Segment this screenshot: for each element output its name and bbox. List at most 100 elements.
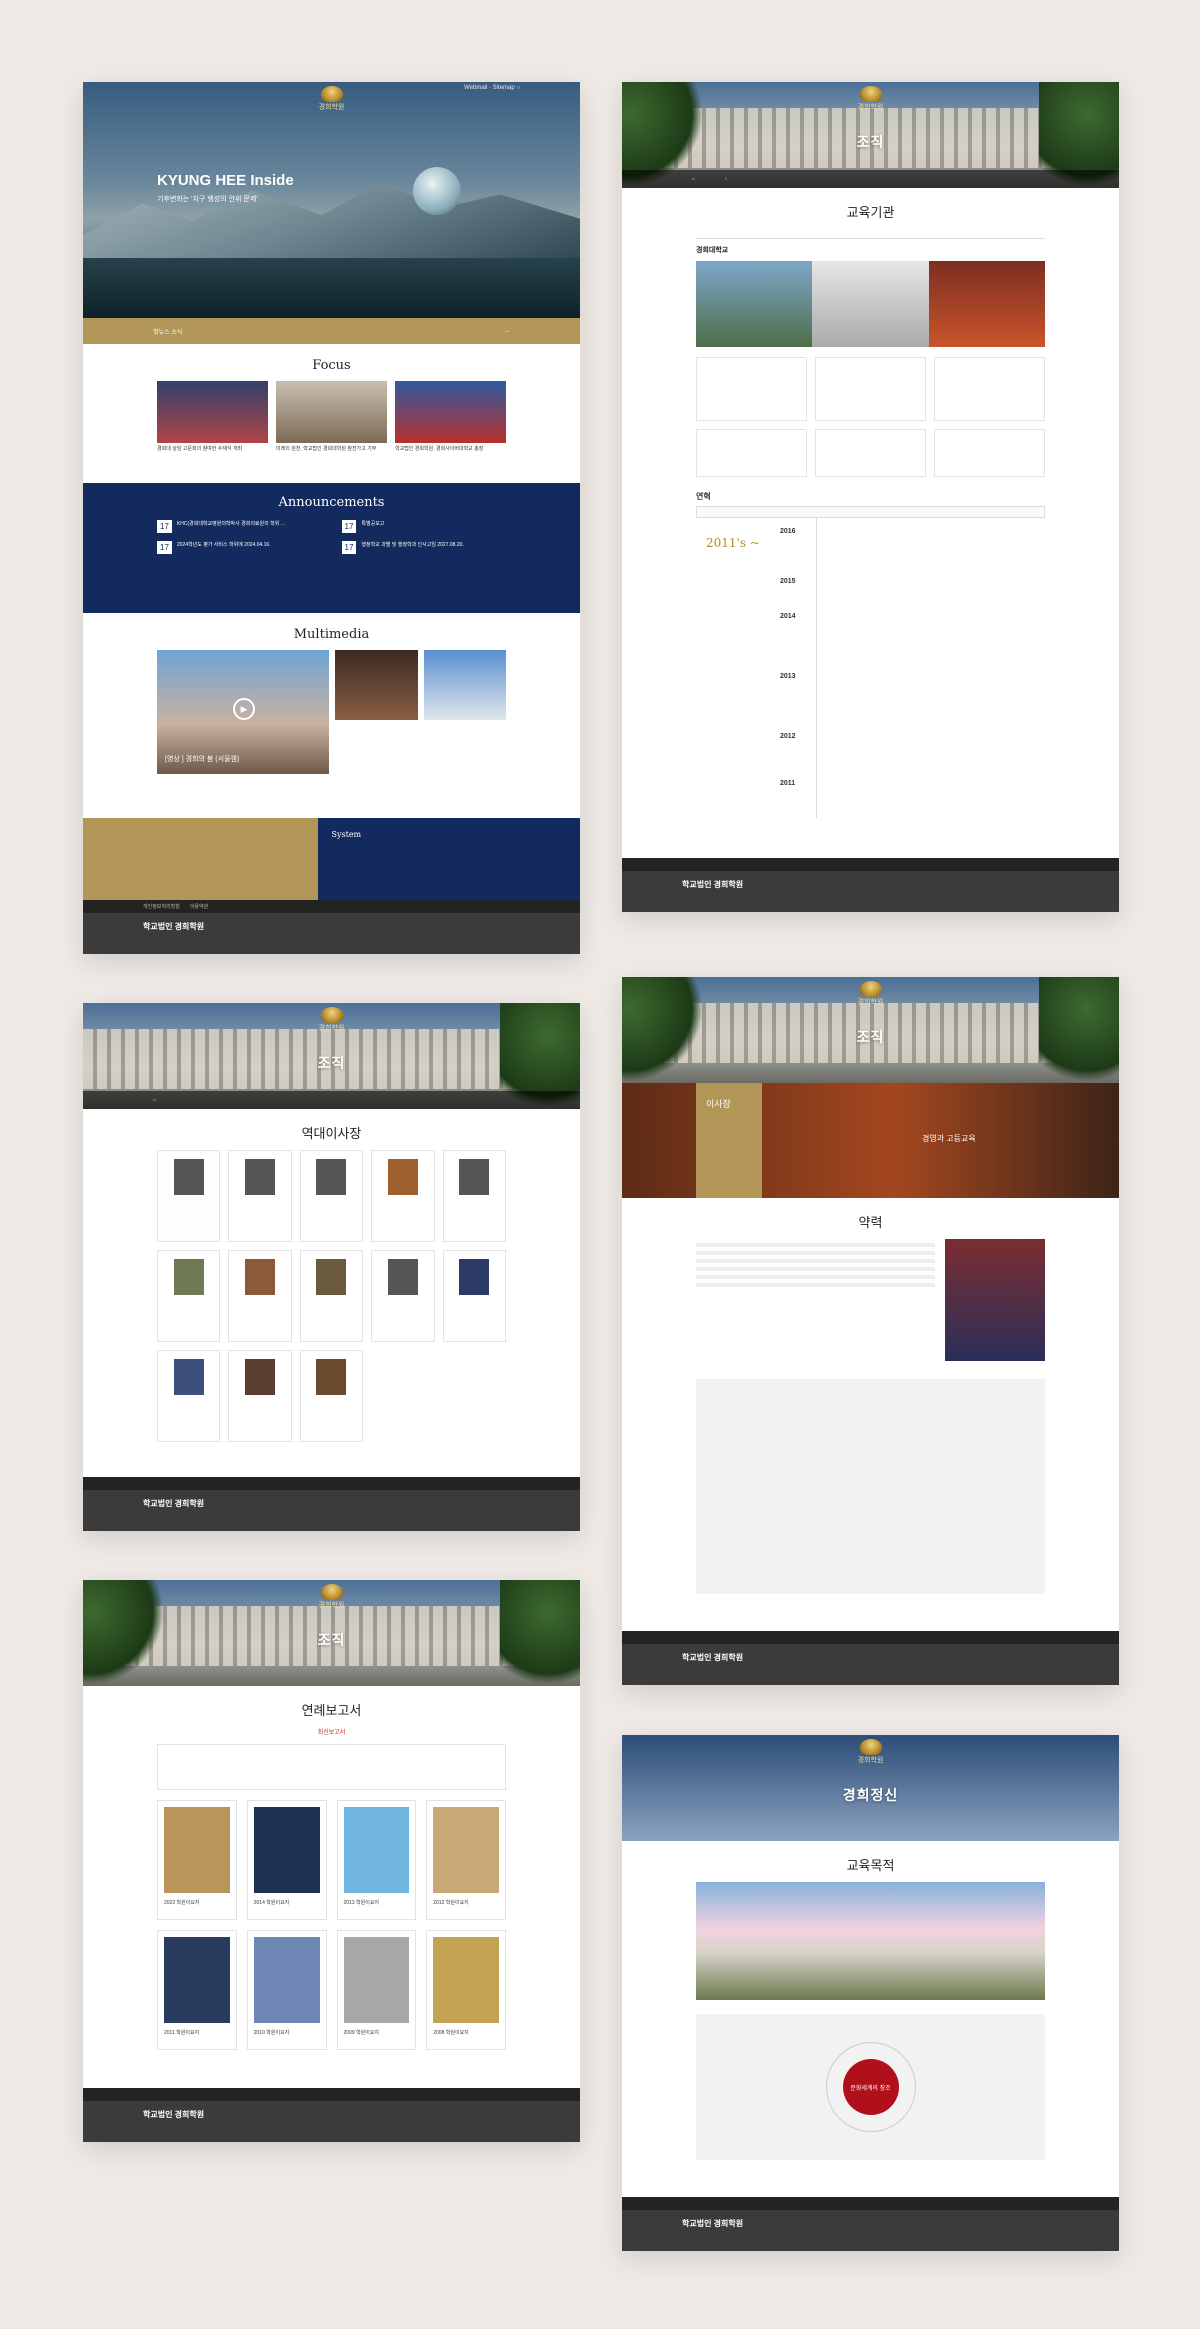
multimedia-item[interactable] — [423, 650, 506, 774]
spirit-card: 경희학원 경희정신 교육목적 문화세계의 창조 학교법인 경희학원 — [622, 1735, 1119, 2251]
announcement-item[interactable]: 17 KHC(경희대학교병원의학박사 경희의료원의 학위 ... — [157, 520, 322, 533]
portrait-card[interactable] — [371, 1150, 435, 1242]
report-item[interactable]: 2008 학원이요지 — [426, 1930, 506, 2050]
portrait-card[interactable] — [299, 1250, 364, 1342]
footer: 학교법인 경희학원 — [622, 2197, 1119, 2251]
profile-banner: 이사장 경영과 고등교육 — [622, 1083, 1119, 1198]
logo[interactable]: 경희학원 — [307, 86, 357, 112]
footer: 학교법인 경희학원 — [83, 1477, 580, 1531]
section-title: 연례보고서 — [301, 1704, 362, 1719]
year-2016: 2016 — [780, 528, 796, 535]
footer: 학교법인 경희학원 — [83, 2088, 580, 2142]
history-title: 연혁 — [696, 492, 711, 501]
portrait-card[interactable] — [442, 1150, 506, 1242]
report-item[interactable]: 2010 학원이요지 — [246, 1930, 327, 2050]
focus-title: Focus — [312, 358, 351, 373]
footer-brand: 학교법인 경희학원 — [682, 1653, 744, 1662]
info-boxes — [696, 357, 1045, 477]
section-title: 교육기관 — [846, 206, 895, 221]
portrait-card[interactable] — [299, 1150, 364, 1242]
breadcrumb[interactable]: ⌂ — [83, 1091, 580, 1109]
multimedia-caption: [영상 ] 경희의 봄 (서울캠) — [165, 756, 240, 763]
announcement-item[interactable]: 17 행정학교 과별 및 행정학과 인사고임 2027.08.20. — [341, 541, 507, 554]
portrait-card[interactable] — [157, 1250, 221, 1342]
multimedia-list: ▶ [영상 ] 경희의 봄 (서울캠) — [83, 650, 580, 774]
portrait-card[interactable] — [299, 1350, 364, 1442]
sub-hero-title: 조직 — [856, 134, 885, 150]
bottom-panel: System — [83, 818, 580, 900]
year-2011: 2011 — [780, 780, 796, 787]
announcements-section: Announcements 17 KHC(경희대학교병원의학박사 경희의료원의 학… — [83, 483, 580, 613]
portrait-card[interactable] — [442, 1250, 506, 1342]
main-page-card: 경희학원 Webmail · Sitemap ○ KYUNG HEE Insid… — [83, 82, 580, 954]
sub-hero-title: 경희정신 — [842, 1787, 899, 1803]
sub-hero: 경희학원 조직 ⌂ › — [622, 82, 1119, 188]
breadcrumb[interactable]: ⌂ › — [622, 170, 1119, 188]
focus-item[interactable]: 미래의 원천, 학교법인 경희대학원 참전가고 기부 — [276, 381, 387, 453]
focus-item[interactable]: 경희대 상임 고문회의 참여한 수재식 개최 — [157, 381, 268, 453]
footer-brand: 학교법인 경희학원 — [682, 2219, 744, 2228]
sub-hero: 경희학원 조직 — [83, 1580, 580, 1686]
footer: 개인정보처리방침 이용약관 학교법인 경희학원 — [83, 900, 580, 954]
report-item[interactable]: 2012 학원이요지 — [426, 1800, 506, 1920]
spirit-photo — [696, 1882, 1045, 2000]
multimedia-item[interactable] — [335, 650, 418, 774]
report-grid: 2022 학원이요지 2014 학원이요지 2013 학원이요지 2012 학원… — [157, 1800, 506, 2050]
footer-brand: 학교법인 경희학원 — [143, 2110, 205, 2119]
sub-hero: 경희학원 조직 — [622, 977, 1119, 1083]
hero-subtitle: 기후변화는 '지구 행성의 안위 문제' — [157, 196, 258, 203]
portrait-card[interactable] — [157, 1350, 221, 1442]
center-circle: 문화세계의 창조 — [842, 2059, 899, 2115]
year-2015: 2015 — [780, 578, 796, 585]
sub-hero-title: 조직 — [856, 1029, 885, 1045]
portrait-grid — [157, 1150, 506, 1442]
hero-banner: 경희학원 Webmail · Sitemap ○ KYUNG HEE Insid… — [83, 82, 580, 318]
top-links[interactable]: Webmail · Sitemap ○ — [464, 85, 520, 91]
profile-card: 경희학원 조직 이사장 경영과 고등교육 약력 학교법인 경희학원 — [622, 977, 1119, 1685]
reports-card: 경희학원 조직 연례보고서 최신보고서 2022 학원이요지 2014 학원이요… — [83, 1580, 580, 2142]
history-tabs[interactable] — [696, 506, 1045, 518]
footer-brand: 학교법인 경희학원 — [143, 1499, 205, 1508]
latest-badge[interactable]: 최신보고서 — [83, 1727, 580, 1736]
english-bio — [696, 1379, 1045, 1594]
section-title: 약력 — [858, 1216, 883, 1231]
play-icon[interactable]: ▶ — [233, 698, 255, 720]
announcement-item[interactable]: 17 2024학년도 평가 서비스 학위에 2024.04.16. — [157, 541, 322, 554]
announcements-title: Announcements — [278, 495, 385, 510]
profile-photo — [945, 1239, 1045, 1361]
portrait-card[interactable] — [228, 1250, 292, 1342]
portrait-card[interactable] — [228, 1350, 292, 1442]
sub-hero-title: 조직 — [317, 1055, 346, 1071]
report-item[interactable]: 2011 학원이요지 — [157, 1930, 237, 2050]
report-item[interactable]: 2009 학원이요지 — [336, 1930, 417, 2050]
tab-strip[interactable] — [696, 229, 1045, 239]
notice-bar[interactable]: 첫뉴스 소식 → — [83, 318, 580, 344]
focus-item[interactable]: 학교법인 경희학원, 경희사이버대학교 총장 — [395, 381, 506, 453]
year-2012: 2012 — [780, 733, 796, 740]
sidebar-role: 이사장 — [706, 1099, 731, 1109]
chairpersons-card: 경희학원 조직 ⌂ 역대이사장 학교법인 경희학원 — [83, 1003, 580, 1531]
sub-heading: 경희대학교 — [696, 247, 729, 254]
globe-graphic — [413, 167, 461, 215]
portrait-card[interactable] — [228, 1150, 292, 1242]
portrait-card[interactable] — [371, 1250, 435, 1342]
announcement-item[interactable]: 17 특별공모고 — [341, 520, 507, 533]
multimedia-title: Multimedia — [293, 627, 370, 642]
year-2013: 2013 — [780, 673, 796, 680]
report-item[interactable]: 2014 학원이요지 — [246, 1800, 327, 1920]
year-2014: 2014 — [780, 613, 796, 620]
section-title: 교육목적 — [846, 1859, 895, 1874]
footer-brand: 학교법인 경희학원 — [143, 922, 205, 931]
spirit-diagram: 문화세계의 창조 — [696, 2014, 1045, 2160]
footer: 학교법인 경희학원 — [622, 858, 1119, 912]
report-item[interactable]: 2013 학원이요지 — [336, 1800, 417, 1920]
sub-hero: 경희학원 조직 ⌂ — [83, 1003, 580, 1109]
portrait-card[interactable] — [157, 1150, 221, 1242]
sub-hero: 경희학원 경희정신 — [622, 1735, 1119, 1841]
intro-box — [157, 1744, 506, 1790]
campus-photos — [696, 261, 1045, 347]
hero-title: KYUNG HEE Inside — [157, 172, 294, 189]
org-history-card: 경희학원 조직 ⌂ › 교육기관 경희대학교 연혁 2011's ~ 2016 2… — [622, 82, 1119, 912]
multimedia-feature[interactable]: ▶ [영상 ] 경희의 봄 (서울캠) — [157, 650, 329, 774]
report-item[interactable]: 2022 학원이요지 — [157, 1800, 237, 1920]
